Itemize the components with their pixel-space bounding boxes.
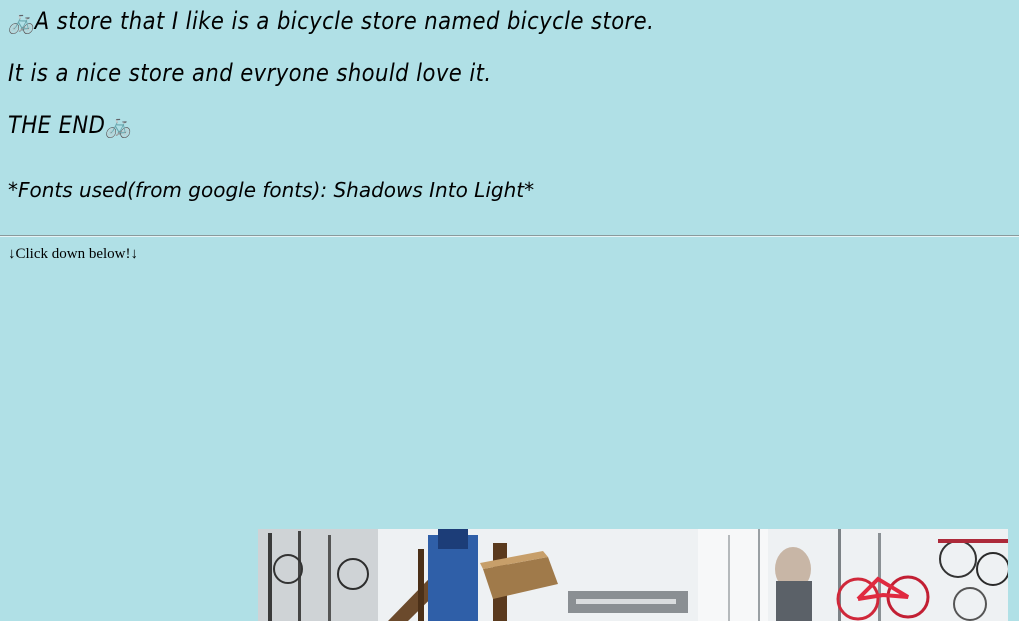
bicycle-store-photo-art: [258, 529, 1008, 621]
story-line-1: 🚲A store that I like is a bicycle store …: [8, 4, 654, 38]
click-prompt: ↓Click down below!↓: [8, 244, 138, 264]
down-arrow-icon: ↓: [130, 246, 138, 262]
click-prompt-text: Click down below!: [15, 246, 131, 262]
bicycle-icon: 🚲: [8, 7, 35, 35]
down-arrow-icon: ↓: [8, 246, 16, 262]
story-line-2: It is a nice store and evryone should lo…: [8, 56, 492, 90]
story-line-2-text: It is a nice store and evryone should lo…: [8, 59, 492, 87]
story-line-1-text: A store that I like is a bicycle store n…: [34, 7, 655, 35]
fonts-used-note: *Fonts used(from google fonts): Shadows …: [8, 178, 535, 202]
bicycle-icon: 🚲: [105, 111, 133, 139]
horizontal-divider: [0, 235, 1019, 237]
story-line-3: THE END🚲: [8, 108, 132, 142]
bicycle-store-photo[interactable]: [258, 529, 1008, 621]
story-line-3-text: THE END: [8, 111, 106, 139]
